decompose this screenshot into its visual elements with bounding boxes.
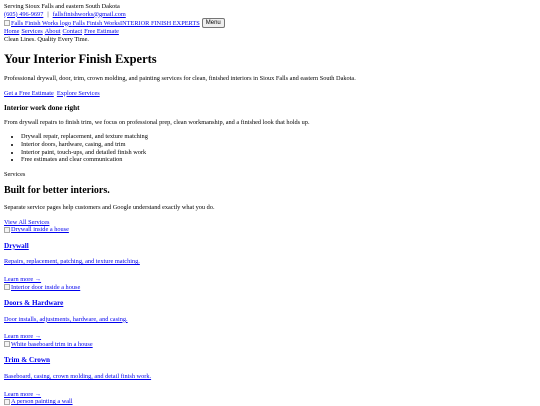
services-text: Separate service pages help customers an…: [4, 204, 215, 212]
list-item: Interior doors, hardware, casing, and tr…: [21, 141, 536, 149]
drywall-image-link[interactable]: Drywall inside a house: [4, 226, 536, 234]
image-alt-text: A person painting a wall: [11, 398, 73, 406]
broken-image-icon: [4, 226, 10, 233]
doors-description-link[interactable]: Door installs, adjustments, hardware, an…: [4, 316, 536, 324]
service-card-title: Doors & Hardware: [4, 299, 536, 308]
view-all-services-link[interactable]: View All Services: [4, 219, 536, 227]
logo-alt-text: Falls Finish Works logo: [11, 19, 72, 27]
image-alt-text: Drywall inside a house: [11, 226, 69, 234]
hero-title: Your Interior Finish Experts: [4, 52, 157, 67]
service-card-drywall: Drywall inside a house Drywall Repairs, …: [4, 226, 536, 283]
nav-item-home[interactable]: Home: [4, 28, 19, 35]
site-header: Falls Finish Works logo Falls Finish Wor…: [4, 18, 536, 29]
trim-image-link[interactable]: White baseboard trim in a house: [4, 341, 536, 349]
list-item: Interior paint, touch-ups, and detailed …: [21, 149, 536, 157]
contact-divider: |: [47, 10, 49, 18]
trim-description-link[interactable]: Baseboard, casing, crown molding, and de…: [4, 373, 536, 381]
intro-heading: Interior work done right: [4, 104, 80, 113]
hero-cta-row: Get a Free Estimate Explore Services: [4, 90, 536, 98]
trim-title-link[interactable]: Trim & Crown: [4, 356, 50, 364]
nav-item-contact[interactable]: Contact: [62, 28, 82, 35]
drywall-description-link[interactable]: Repairs, replacement, patching, and text…: [4, 258, 536, 266]
brand-tagline: INTERIOR FINISH EXPERTS: [119, 19, 200, 27]
broken-image-icon: [4, 341, 10, 348]
intro-text: From drywall repairs to finish trim, we …: [4, 118, 310, 126]
image-alt-text: White baseboard trim in a house: [11, 340, 93, 348]
list-item: Free estimates and clear communication: [21, 156, 536, 164]
doors-image-link[interactable]: Interior door inside a house: [4, 284, 536, 292]
service-area-text: Serving Sioux Falls and eastern South Da…: [4, 3, 120, 10]
image-alt-text: Interior door inside a house: [11, 283, 81, 291]
service-card-trim: White baseboard trim in a house Trim & C…: [4, 341, 536, 398]
contact-row: (605) 496-9697 | fallsfinishworks@gmail.co…: [4, 11, 536, 19]
free-estimate-button[interactable]: Get a Free Estimate: [4, 90, 54, 97]
services-heading: Built for better interiors.: [4, 185, 110, 197]
page: Serving Sioux Falls and eastern South Da…: [0, 0, 540, 406]
explore-services-button[interactable]: Explore Services: [57, 90, 100, 97]
broken-image-icon: [4, 398, 10, 405]
doors-learn-more-link[interactable]: Learn more →: [4, 333, 536, 341]
phone-link[interactable]: (605) 496-9697: [4, 11, 43, 18]
nav-item-free-estimate[interactable]: Free Estimate: [84, 28, 119, 35]
email-link[interactable]: fallsfinishworks@gmail.com: [53, 11, 126, 18]
hero-description: Professional drywall, door, trim, crown …: [4, 75, 356, 83]
top-bar: Serving Sioux Falls and eastern South Da…: [4, 3, 536, 18]
list-item: Drywall repair, replacement, and texture…: [21, 133, 536, 141]
service-card-title: Drywall: [4, 242, 536, 251]
broken-image-icon: [4, 284, 10, 291]
drywall-title-link[interactable]: Drywall: [4, 242, 29, 250]
nav-item-services[interactable]: Services: [21, 28, 42, 35]
brand-link[interactable]: Falls Finish Works logo Falls Finish Wor…: [4, 20, 200, 28]
slogan: Clean Lines. Quality Every Time.: [4, 35, 89, 43]
services-eyebrow: Services: [4, 170, 26, 178]
doors-title-link[interactable]: Doors & Hardware: [4, 299, 63, 307]
drywall-learn-more-link[interactable]: Learn more →: [4, 276, 536, 284]
service-card-doors: Interior door inside a house Doors & Har…: [4, 284, 536, 341]
trim-learn-more-link[interactable]: Learn more →: [4, 391, 536, 399]
service-card-title: Trim & Crown: [4, 356, 536, 365]
brand-name: Falls Finish Works: [72, 19, 120, 27]
intro-bullet-list: Drywall repair, replacement, and texture…: [4, 133, 536, 163]
main-nav: Home Services About Contact Free Estimate: [4, 28, 536, 36]
broken-image-icon: [4, 20, 10, 27]
nav-item-about[interactable]: About: [45, 28, 61, 35]
menu-button[interactable]: Menu: [201, 18, 225, 29]
